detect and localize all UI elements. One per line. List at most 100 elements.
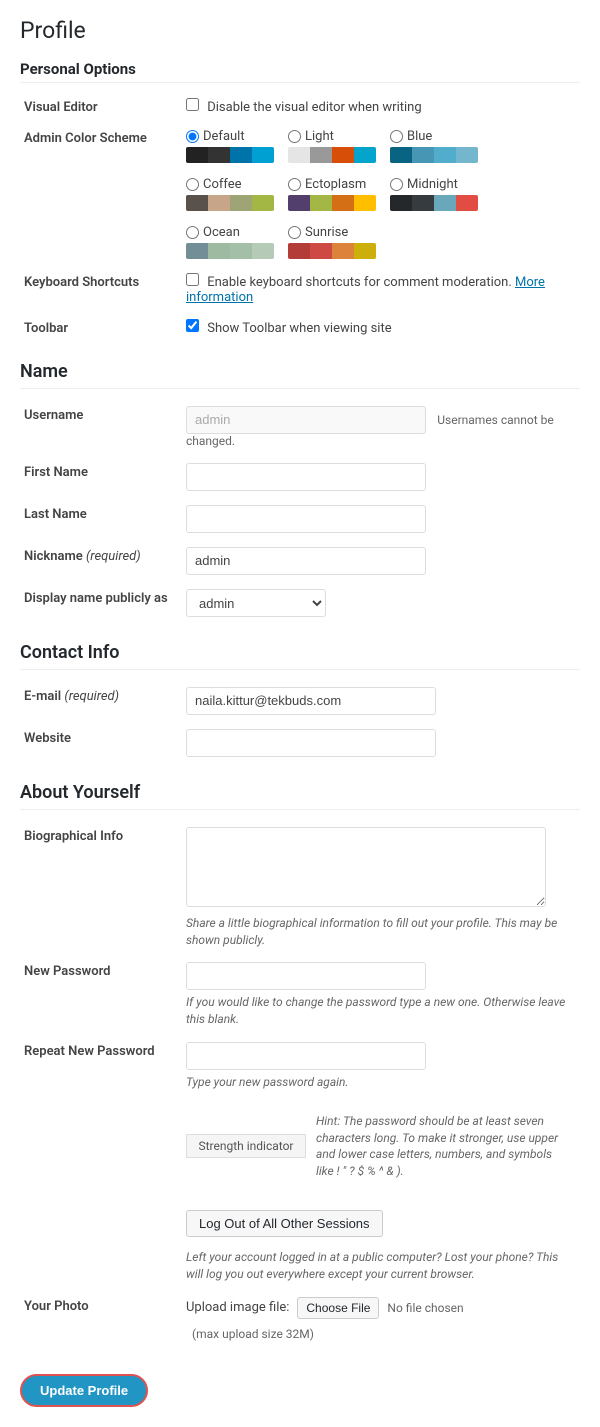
- visual-editor-checkbox[interactable]: [186, 98, 199, 111]
- strength-hint: Hint: The password should be at least se…: [316, 1113, 566, 1180]
- keyboard-shortcuts-row: Keyboard Shortcuts Enable keyboard short…: [20, 266, 580, 312]
- color-scheme-ocean: Ocean: [186, 225, 274, 259]
- color-scheme-light-radio[interactable]: [288, 130, 301, 143]
- swatch-color-1: [390, 147, 412, 163]
- repeat-password-input[interactable]: [186, 1042, 426, 1070]
- name-table: Username Usernames cannot be changed. Fi…: [20, 399, 580, 624]
- color-scheme-coffee-label[interactable]: Coffee: [186, 177, 242, 192]
- color-swatch-blue: [390, 147, 478, 163]
- color-scheme-midnight-radio[interactable]: [390, 178, 403, 191]
- first-name-row: First Name: [20, 456, 580, 498]
- toolbar-label: Toolbar: [20, 312, 180, 343]
- swatch-color-4: [252, 195, 274, 211]
- color-scheme-sunrise-radio[interactable]: [288, 226, 301, 239]
- profile-page: Profile Personal Options Visual Editor D…: [0, 0, 600, 1427]
- personal-options-heading: Personal Options: [20, 60, 580, 78]
- last-name-field: [180, 498, 580, 540]
- color-scheme-ocean-label[interactable]: Ocean: [186, 225, 240, 240]
- bio-row: Biographical Info Share a little biograp…: [20, 820, 580, 956]
- color-scheme-sunrise-text: Sunrise: [305, 225, 348, 240]
- nickname-input[interactable]: [186, 547, 426, 575]
- color-scheme-ectoplasm-label[interactable]: Ectoplasm: [288, 177, 366, 192]
- swatch-color-2: [208, 147, 230, 163]
- swatch-color-3: [332, 147, 354, 163]
- display-name-select[interactable]: admin: [186, 589, 326, 617]
- swatch-color-1: [288, 147, 310, 163]
- first-name-input[interactable]: [186, 463, 426, 491]
- visual-editor-checkbox-text: Disable the visual editor when writing: [207, 100, 421, 115]
- website-label: Website: [20, 722, 180, 764]
- update-profile-container: Update Profile: [20, 1358, 580, 1407]
- last-name-row: Last Name: [20, 498, 580, 540]
- logout-button[interactable]: Log Out of All Other Sessions: [186, 1210, 383, 1237]
- color-scheme-coffee-radio[interactable]: [186, 178, 199, 191]
- update-profile-button[interactable]: Update Profile: [20, 1374, 148, 1407]
- logout-field: Log Out of All Other Sessions Left your …: [180, 1195, 580, 1290]
- visual-editor-label: Visual Editor: [20, 91, 180, 122]
- color-scheme-sunrise: Sunrise: [288, 225, 376, 259]
- color-scheme-blue-label[interactable]: Blue: [390, 129, 432, 144]
- color-scheme-default-text: Default: [203, 129, 245, 144]
- first-name-label: First Name: [20, 456, 180, 498]
- keyboard-shortcuts-label: Keyboard Shortcuts: [20, 266, 180, 312]
- color-scheme-default-label[interactable]: Default: [186, 129, 245, 144]
- website-input[interactable]: [186, 729, 436, 757]
- color-scheme-midnight: Midnight: [390, 177, 478, 211]
- bio-textarea[interactable]: [186, 827, 546, 907]
- swatch-color-3: [230, 147, 252, 163]
- color-scheme-blue: Blue: [390, 129, 478, 163]
- repeat-password-label: Repeat New Password: [20, 1035, 180, 1098]
- keyboard-shortcuts-checkbox[interactable]: [186, 273, 199, 286]
- color-scheme-coffee: Coffee: [186, 177, 274, 211]
- admin-color-scheme-row: Admin Color Scheme Default: [20, 122, 580, 266]
- logout-row: Log Out of All Other Sessions Left your …: [20, 1195, 580, 1290]
- toolbar-checkbox-label[interactable]: Show Toolbar when viewing site: [186, 321, 392, 336]
- swatch-color-1: [390, 195, 412, 211]
- swatch-color-3: [332, 243, 354, 259]
- email-field: [180, 680, 580, 722]
- color-scheme-light-label[interactable]: Light: [288, 129, 334, 144]
- repeat-password-row: Repeat New Password Type your new passwo…: [20, 1035, 580, 1098]
- your-photo-field: Upload image file: Choose File No file c…: [180, 1290, 580, 1348]
- toolbar-checkbox[interactable]: [186, 319, 199, 332]
- swatch-color-3: [332, 195, 354, 211]
- photo-upload-row: Upload image file: Choose File No file c…: [186, 1297, 576, 1341]
- email-input[interactable]: [186, 687, 436, 715]
- your-photo-row: Your Photo Upload image file: Choose Fil…: [20, 1290, 580, 1348]
- color-scheme-blue-radio[interactable]: [390, 130, 403, 143]
- swatch-color-3: [434, 147, 456, 163]
- color-scheme-ectoplasm-radio[interactable]: [288, 178, 301, 191]
- toolbar-field: Show Toolbar when viewing site: [180, 312, 580, 343]
- website-field: [180, 722, 580, 764]
- max-upload-text: (max upload size 32M): [192, 1327, 314, 1341]
- bio-field: Share a little biographical information …: [180, 820, 580, 956]
- visual-editor-row: Visual Editor Disable the visual editor …: [20, 91, 580, 122]
- new-password-field: If you would like to change the password…: [180, 955, 580, 1035]
- swatch-color-4: [354, 243, 376, 259]
- choose-file-button[interactable]: Choose File: [297, 1297, 379, 1319]
- bio-label: Biographical Info: [20, 820, 180, 956]
- visual-editor-checkbox-label[interactable]: Disable the visual editor when writing: [186, 100, 422, 115]
- page-title: Profile: [20, 16, 580, 46]
- last-name-input[interactable]: [186, 505, 426, 533]
- upload-image-label: Upload image file:: [186, 1300, 289, 1315]
- color-scheme-sunrise-label[interactable]: Sunrise: [288, 225, 348, 240]
- new-password-input[interactable]: [186, 962, 426, 990]
- username-input[interactable]: [186, 406, 426, 434]
- color-swatch-coffee: [186, 195, 274, 211]
- color-scheme-default-radio[interactable]: [186, 130, 199, 143]
- keyboard-shortcuts-checkbox-label[interactable]: Enable keyboard shortcuts for comment mo…: [186, 275, 515, 290]
- swatch-color-3: [434, 195, 456, 211]
- keyboard-shortcuts-field: Enable keyboard shortcuts for comment mo…: [180, 266, 580, 312]
- password-table: New Password If you would like to change…: [20, 955, 580, 1347]
- color-scheme-ocean-radio[interactable]: [186, 226, 199, 239]
- swatch-color-2: [310, 243, 332, 259]
- strength-container: Strength indicator Hint: The password sh…: [186, 1113, 576, 1180]
- swatch-color-2: [208, 195, 230, 211]
- color-scheme-midnight-label[interactable]: Midnight: [390, 177, 458, 192]
- swatch-color-3: [230, 243, 252, 259]
- color-swatch-sunrise: [288, 243, 376, 259]
- display-name-row: Display name publicly as admin: [20, 582, 580, 624]
- swatch-color-2: [310, 147, 332, 163]
- color-swatch-default: [186, 147, 274, 163]
